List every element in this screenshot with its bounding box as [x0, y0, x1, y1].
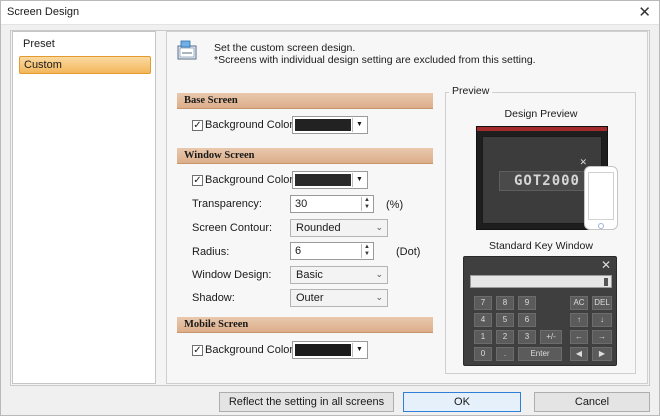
preview-legend: Preview — [449, 85, 493, 97]
key-next: ▶ — [592, 347, 612, 361]
mobile-bg-color-label: Background Color: — [205, 344, 297, 356]
key-5: 5 — [496, 313, 514, 327]
radius-label: Radius: — [192, 246, 230, 258]
mobile-device-preview — [584, 166, 618, 230]
base-bg-color-picker[interactable]: ▼ — [292, 116, 368, 134]
window-design-label: Window Design: — [192, 269, 272, 281]
key-6: 6 — [518, 313, 536, 327]
transparency-stepper[interactable]: 30 ▲ ▼ — [290, 195, 374, 213]
screen-contour-value: Rounded — [296, 222, 341, 234]
key-3: 3 — [518, 330, 536, 344]
shadow-label: Shadow: — [192, 292, 235, 304]
key-4: 4 — [474, 313, 492, 327]
mobile-bg-color-checkbox[interactable]: ✓ — [192, 345, 203, 356]
key-window-display — [470, 275, 612, 288]
radius-stepper[interactable]: 6 ▲ ▼ — [290, 242, 374, 260]
shadow-value: Outer — [296, 292, 324, 304]
key-9: 9 — [518, 296, 536, 310]
chevron-down-icon: ▼ — [352, 118, 366, 132]
radius-unit: (Dot) — [396, 246, 421, 258]
radius-value: 6 — [295, 245, 302, 257]
key-plus-minus: +/- — [540, 330, 562, 344]
design-type-list: Preset Custom — [12, 31, 156, 384]
screen-contour-select[interactable]: Rounded ⌄ — [290, 219, 388, 237]
window-design-select[interactable]: Basic ⌄ — [290, 266, 388, 284]
key-8: 8 — [496, 296, 514, 310]
reflect-all-screens-button[interactable]: Reflect the setting in all screens — [219, 392, 394, 412]
standard-key-window-title: Standard Key Window — [489, 240, 593, 252]
key-enter: Enter — [518, 347, 562, 361]
key-2: 2 — [496, 330, 514, 344]
home-button-icon — [598, 223, 604, 229]
got-logo: GOT2000 — [499, 171, 595, 191]
chevron-down-icon: ⌄ — [375, 292, 383, 302]
window-bg-color-label: Background Color: — [205, 174, 297, 186]
header-line-2: *Screens with individual design setting … — [214, 54, 536, 66]
key-1: 1 — [474, 330, 492, 344]
cancel-button[interactable]: Cancel — [534, 392, 650, 412]
close-icon[interactable]: ✕ — [638, 3, 651, 21]
base-bg-color-label: Background Color: — [205, 119, 297, 131]
color-swatch — [295, 344, 351, 356]
title-bar: Screen Design ✕ — [1, 1, 659, 25]
key-prev: ◀ — [570, 347, 588, 361]
transparency-unit: (%) — [386, 199, 404, 211]
header-line-1: Set the custom screen design. — [214, 42, 356, 54]
key-down: ↓ — [592, 313, 612, 327]
color-swatch — [295, 174, 351, 186]
window-title: Screen Design — [7, 6, 80, 18]
transparency-value: 30 — [295, 198, 308, 210]
standard-key-window-preview: ✕ 7 8 9 AC DEL 4 5 6 ↑ ↓ 1 2 3 +/- ← → 0… — [463, 256, 617, 366]
section-mobile-screen: Mobile Screen — [177, 317, 433, 333]
chevron-down-icon: ▼ — [352, 343, 366, 357]
base-bg-color-checkbox[interactable]: ✓ — [192, 120, 203, 131]
ok-button[interactable]: OK — [403, 392, 521, 412]
key-up: ↑ — [570, 313, 588, 327]
screen-design-icon — [177, 40, 197, 60]
transparency-label: Transparency: — [192, 198, 262, 210]
key-left-arrow: ← — [570, 330, 588, 344]
close-icon: ✕ — [600, 258, 611, 272]
design-preview-title: Design Preview — [504, 108, 578, 120]
key-ac: AC — [570, 296, 588, 310]
key-right-arrow: → — [592, 330, 612, 344]
window-bg-color-picker[interactable]: ▼ — [292, 171, 368, 189]
spin-arrows-icon[interactable]: ▲ ▼ — [361, 197, 372, 211]
section-window-screen: Window Screen — [177, 148, 433, 164]
key-7: 7 — [474, 296, 492, 310]
key-0: 0 — [474, 347, 492, 361]
window-bg-color-checkbox[interactable]: ✓ — [192, 175, 203, 186]
screen-contour-label: Screen Contour: — [192, 222, 273, 234]
chevron-down-icon: ▼ — [352, 173, 366, 187]
section-base-screen: Base Screen — [177, 93, 433, 109]
header-text: Set the custom screen design. *Screens w… — [214, 42, 536, 66]
chevron-down-icon: ⌄ — [375, 222, 383, 232]
list-item-custom[interactable]: Custom — [19, 56, 151, 74]
shadow-select[interactable]: Outer ⌄ — [290, 289, 388, 307]
list-item-preset[interactable]: Preset — [19, 36, 151, 54]
key-del: DEL — [592, 296, 612, 310]
mobile-bg-color-picker[interactable]: ▼ — [292, 341, 368, 359]
color-swatch — [295, 119, 351, 131]
key-dot: . — [496, 347, 514, 361]
spin-arrows-icon[interactable]: ▲ ▼ — [361, 244, 372, 258]
window-design-value: Basic — [296, 269, 323, 281]
chevron-down-icon: ⌄ — [375, 269, 383, 279]
